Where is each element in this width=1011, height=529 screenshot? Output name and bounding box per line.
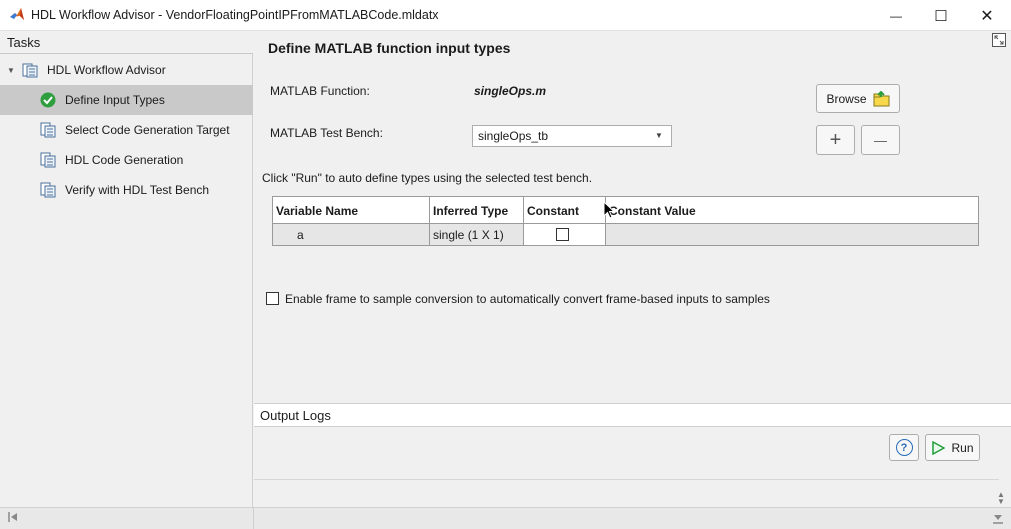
minus-icon: — — [874, 132, 887, 148]
cell-inferred-type: single (1 X 1) — [430, 224, 524, 245]
collapse-left-pane-icon[interactable] — [7, 511, 19, 523]
task-label: Define Input Types — [65, 93, 165, 107]
output-logs-header: Output Logs — [254, 403, 1011, 427]
expand-pane-icon[interactable] — [992, 33, 1006, 47]
column-header-inferred-type[interactable]: Inferred Type — [430, 197, 524, 224]
run-button[interactable]: Run — [925, 434, 980, 461]
bottom-divider — [253, 507, 254, 529]
tree-root-label: HDL Workflow Advisor — [47, 63, 166, 77]
expand-caret-icon[interactable]: ▼ — [7, 66, 17, 75]
remove-test-bench-button[interactable]: — — [861, 125, 900, 155]
check-circle-icon — [40, 92, 56, 108]
test-bench-value: singleOps_tb — [478, 129, 549, 143]
task-doc-icon — [40, 152, 56, 168]
task-verify-with-hdl-test-bench[interactable]: Verify with HDL Test Bench — [0, 175, 253, 205]
column-header-constant[interactable]: Constant — [524, 197, 606, 224]
play-icon — [932, 440, 946, 455]
task-label: Verify with HDL Test Bench — [65, 183, 210, 197]
tasks-header: Tasks — [0, 31, 253, 54]
open-folder-icon — [873, 90, 889, 106]
task-doc-icon — [40, 122, 56, 138]
cell-constant — [524, 224, 606, 245]
task-select-code-generation-target[interactable]: Select Code Generation Target — [0, 115, 253, 145]
matlab-logo-icon — [10, 8, 24, 20]
maximize-icon: ☐ — [934, 7, 948, 25]
logs-divider — [254, 479, 999, 480]
cell-variable-name: a — [273, 224, 430, 245]
cell-constant-value[interactable] — [606, 224, 978, 245]
minimize-icon: — — [890, 8, 902, 23]
frame-to-sample-checkbox[interactable] — [266, 292, 279, 305]
tree-root-hdl-workflow-advisor[interactable]: ▼ HDL Workflow Advisor — [0, 55, 253, 85]
task-label: HDL Code Generation — [65, 153, 184, 167]
input-types-table: Variable Name Inferred Type Constant Con… — [272, 196, 979, 246]
scroll-arrows-icon[interactable]: ▲ ▼ — [997, 491, 1005, 506]
browse-button[interactable]: Browse — [816, 84, 900, 113]
constant-checkbox[interactable] — [556, 228, 569, 241]
workflow-advisor-icon — [22, 63, 38, 78]
window-title: HDL Workflow Advisor - VendorFloatingPoi… — [31, 8, 439, 22]
task-define-input-types[interactable]: Define Input Types — [0, 85, 253, 115]
task-doc-icon — [40, 182, 56, 198]
browse-label: Browse — [826, 91, 867, 106]
add-test-bench-button[interactable]: + — [816, 125, 855, 155]
run-label: Run — [951, 440, 974, 455]
task-hdl-code-generation[interactable]: HDL Code Generation — [0, 145, 253, 175]
bottom-status-bar — [0, 507, 1011, 529]
plus-icon: + — [829, 128, 842, 151]
matlab-function-label: MATLAB Function: — [270, 84, 370, 98]
chevron-down-icon: ▼ — [655, 131, 663, 140]
maximize-button[interactable]: ☐ — [918, 0, 964, 31]
frame-to-sample-label[interactable]: Enable frame to sample conversion to aut… — [285, 292, 770, 306]
help-button[interactable]: ? — [889, 434, 919, 461]
column-header-variable-name[interactable]: Variable Name — [273, 197, 430, 224]
close-icon: ✕ — [980, 7, 994, 25]
collapse-logs-icon[interactable] — [992, 513, 1004, 525]
run-hint-text: Click "Run" to auto define types using t… — [262, 171, 593, 185]
minimize-button[interactable]: — — [873, 0, 919, 31]
page-title: Define MATLAB function input types — [268, 40, 511, 56]
column-header-constant-value[interactable]: Constant Value — [606, 197, 978, 224]
mouse-cursor-icon — [603, 201, 616, 219]
matlab-function-value: singleOps.m — [474, 84, 547, 98]
test-bench-dropdown[interactable]: singleOps_tb ▼ — [472, 125, 672, 147]
help-icon: ? — [895, 439, 913, 456]
close-button[interactable]: ✕ — [964, 0, 1010, 31]
matlab-test-bench-label: MATLAB Test Bench: — [270, 126, 383, 140]
task-label: Select Code Generation Target — [65, 123, 230, 137]
